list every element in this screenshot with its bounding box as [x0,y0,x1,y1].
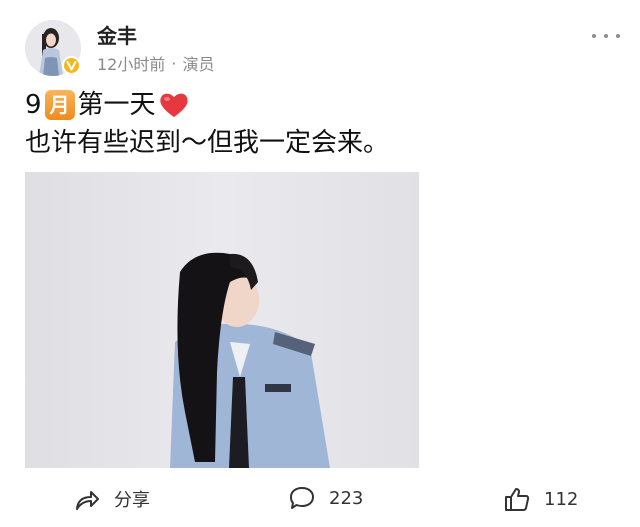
thumbs-up-icon [505,488,530,511]
like-button[interactable]: 112 [504,486,578,512]
post-line-1: 9 月 第一天 [25,86,389,124]
month-emoji-icon: 月 [44,90,75,120]
comment-button[interactable]: 223 [289,486,363,510]
share-icon [76,491,99,510]
post-text: 9 月 第一天 也许有些迟到～但我一定会来。 [25,86,389,162]
share-button[interactable]: 分享 [74,486,150,512]
month-number: 9 [25,90,42,120]
post-line-2: 也许有些迟到～但我一定会来。 [25,128,390,158]
meta-separator: · [171,53,177,73]
post-photo[interactable] [25,172,419,468]
comment-count: 223 [329,487,364,509]
heart-icon [159,93,188,117]
post-meta: 12小时前 · 演员 [97,51,214,75]
author-name[interactable]: 金丰 [97,20,137,49]
verified-badge-icon [62,56,81,75]
author-role: 演员 [182,55,215,74]
comment-icon [290,487,314,509]
photo-image [25,172,419,468]
post-time: 12小时前 [97,55,166,74]
like-count: 112 [544,488,579,510]
action-bar: 分享 223 112 [0,480,640,524]
more-options-icon[interactable] [592,26,620,46]
share-label: 分享 [114,490,150,511]
day-text: 第一天 [77,90,156,120]
